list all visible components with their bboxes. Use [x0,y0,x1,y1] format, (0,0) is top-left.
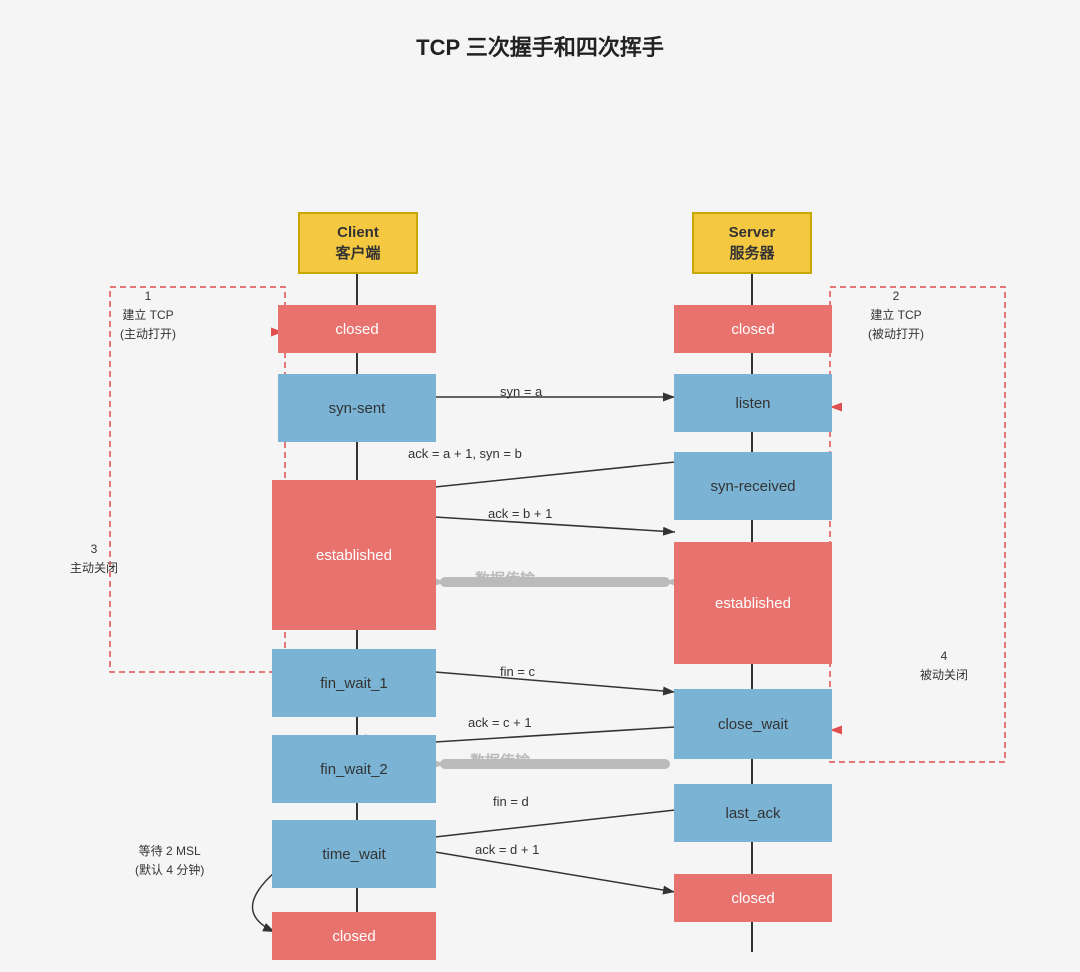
label-data2: 数据传输 [470,750,530,771]
label-ack-d: ack = d + 1 [475,842,539,857]
label-fin-d: fin = d [493,794,529,809]
diagram: Client 客户端 Server 服务器 closed syn-sent es… [20,92,1060,952]
client-label-top: Client [335,222,380,243]
label-syn: syn = a [500,384,542,399]
server-listen: listen [674,374,832,432]
side-label-1: 1 建立 TCP (主动打开) [120,287,176,345]
side-label-2: 2 建立 TCP (被动打开) [868,287,924,345]
client-fin-wait-2: fin_wait_2 [272,735,436,803]
client-established: established [272,480,436,630]
label-syn-ack: ack = a + 1, syn = b [408,446,522,461]
side-label-5: 等待 2 MSL (默认 4 分钟) [135,842,204,880]
client-closed2: closed [272,912,436,960]
server-syn-received: syn-received [674,452,832,520]
label-ack-c: ack = c + 1 [468,715,532,730]
label-fin-c: fin = c [500,664,535,679]
page-title: TCP 三次握手和四次挥手 [20,30,1060,62]
client-closed: closed [278,305,436,353]
server-label-cn: 服务器 [729,243,776,264]
server-last-ack: last_ack [674,784,832,842]
label-ack: ack = b + 1 [488,506,552,521]
server-header: Server 服务器 [692,212,812,274]
server-closed: closed [674,305,832,353]
side-label-3: 3 主动关闭 [70,540,118,578]
arrows-svg [20,92,1060,952]
client-header: Client 客户端 [298,212,418,274]
label-data1: 数据传输 [475,568,535,589]
server-established: established [674,542,832,664]
side-label-4: 4 被动关闭 [920,647,968,685]
server-label-top: Server [729,222,776,243]
client-label-cn: 客户端 [335,243,380,264]
page-container: TCP 三次握手和四次挥手 [20,20,1060,952]
server-closed2: closed [674,874,832,922]
client-time-wait: time_wait [272,820,436,888]
client-syn-sent: syn-sent [278,374,436,442]
client-fin-wait-1: fin_wait_1 [272,649,436,717]
server-close-wait: close_wait [674,689,832,759]
